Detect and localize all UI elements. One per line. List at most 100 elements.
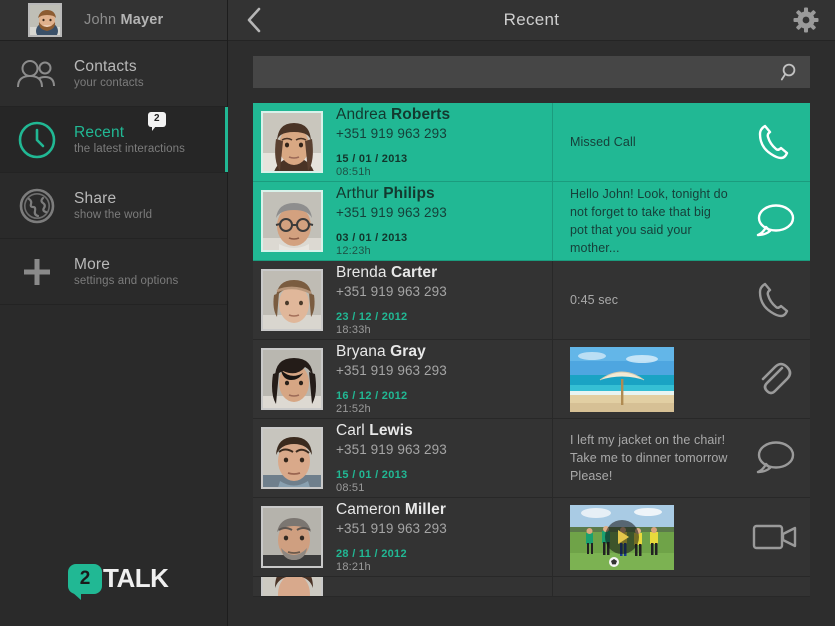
contact-first-name: Carl: [336, 422, 365, 440]
logo-bubble-icon: 2: [68, 563, 102, 600]
contact-meta: Cameron Miller +351 919 963 293 28 / 11 …: [336, 501, 447, 573]
message-cell: [553, 577, 740, 596]
entry-date: 16 / 12 / 2012: [336, 389, 408, 402]
current-user-name: John Mayer: [84, 12, 163, 28]
sidebar-item-sublabel: settings and options: [74, 274, 179, 287]
sidebar: John Mayer Contacts your contacts 2 Rece…: [0, 0, 228, 626]
entry-time: 08:51h: [336, 165, 371, 178]
message-cell: Missed Call: [553, 103, 740, 181]
globe-icon: [0, 185, 74, 227]
user-last-name: Mayer: [120, 12, 164, 28]
entry-date: 15 / 01 / 2013: [336, 152, 408, 165]
contact-name: Arthur Philips: [336, 185, 447, 204]
avatar: [261, 577, 323, 596]
sidebar-item-share-text: Share show the world: [74, 190, 152, 221]
contact-phone: +351 919 963 293: [336, 520, 447, 536]
video-camera-icon[interactable]: [740, 498, 810, 576]
contact-meta: Arthur Philips +351 919 963 293 03 / 01 …: [336, 185, 447, 257]
phone-icon[interactable]: [740, 261, 810, 339]
message-cell: [553, 340, 740, 418]
avatar: [261, 269, 323, 331]
table-row[interactable]: Andrea Roberts +351 919 963 293 15 / 01 …: [253, 103, 810, 182]
paperclip-icon[interactable]: [740, 340, 810, 418]
avatar: [261, 427, 323, 489]
contact-cell: Carl Lewis +351 919 963 293 15 / 01 / 20…: [253, 419, 553, 497]
contact-meta: Andrea Roberts +351 919 963 293 15 / 01 …: [336, 106, 450, 178]
phone-icon[interactable]: [740, 103, 810, 181]
avatar: [261, 190, 323, 252]
message-text: Missed Call: [570, 134, 636, 149]
contact-phone: +351 919 963 293: [336, 125, 447, 141]
contact-first-name: Bryana: [336, 343, 386, 361]
table-row[interactable]: Bryana Gray +351 919 963 293 16 / 12 / 2…: [253, 340, 810, 419]
contact-name: Andrea Roberts: [336, 106, 450, 125]
contact-cell: Brenda Carter +351 919 963 293 23 / 12 /…: [253, 261, 553, 339]
action-cell[interactable]: [740, 577, 810, 596]
entry-date: 23 / 12 / 2012: [336, 310, 408, 323]
soccer-video-thumbnail[interactable]: [570, 504, 674, 570]
contact-phone: +351 919 963 293: [336, 283, 447, 299]
status-badge: 2: [148, 112, 166, 132]
table-row[interactable]: Brenda Carter +351 919 963 293 23 / 12 /…: [253, 261, 810, 340]
avatar: [28, 3, 62, 37]
gear-icon[interactable]: [793, 7, 819, 33]
contact-first-name: Brenda: [336, 264, 387, 282]
sidebar-item-contacts[interactable]: Contacts your contacts: [0, 41, 227, 107]
sidebar-item-sublabel: show the world: [74, 208, 153, 221]
search-box[interactable]: [253, 56, 810, 88]
message-cell: [553, 498, 740, 576]
contact-name: Bryana Gray: [336, 343, 447, 362]
contact-name: Brenda Carter: [336, 264, 447, 283]
table-row[interactable]: Cameron Miller +351 919 963 293 28 / 11 …: [253, 498, 810, 577]
avatar: [261, 348, 323, 410]
chat-bubble-icon[interactable]: [740, 419, 810, 497]
message-text: Hello John! Look, tonight do not forget …: [570, 186, 728, 256]
sidebar-item-more-text: More settings and options: [74, 256, 178, 287]
contact-meta: Bryana Gray +351 919 963 293 16 / 12 / 2…: [336, 343, 447, 415]
contact-first-name: Andrea: [336, 106, 387, 124]
play-button[interactable]: [605, 520, 639, 554]
chat-bubble-icon[interactable]: [740, 182, 810, 260]
entry-date: 03 / 01 / 2013: [336, 231, 408, 244]
contact-cell: Cameron Miller +351 919 963 293 28 / 11 …: [253, 498, 553, 576]
contact-last-name: Miller: [404, 501, 446, 519]
app-root: John Mayer Contacts your contacts 2 Rece…: [0, 0, 835, 626]
contact-name: Cameron Miller: [336, 501, 447, 520]
sidebar-item-sublabel: the latest interactions: [74, 142, 185, 155]
table-row[interactable]: Carl Lewis +351 919 963 293 15 / 01 / 20…: [253, 419, 810, 498]
search-icon[interactable]: [780, 62, 810, 82]
current-user-header[interactable]: John Mayer: [0, 0, 227, 41]
contact-last-name: Roberts: [391, 106, 451, 124]
beach-photo-thumbnail[interactable]: [570, 346, 674, 412]
main-panel: Recent Andrea Roberts +351 919 963 293 1…: [228, 0, 835, 626]
entry-date: 15 / 01 / 2013: [336, 468, 408, 481]
sidebar-item-recent[interactable]: 2 Recent the latest interactions: [0, 107, 228, 173]
entry-time: 08:51: [336, 481, 365, 494]
sidebar-item-label: Contacts: [74, 58, 137, 76]
entry-time: 12:23h: [336, 244, 371, 257]
recent-list: Andrea Roberts +351 919 963 293 15 / 01 …: [228, 103, 835, 597]
search-bar-container: [228, 41, 835, 103]
contact-cell: Bryana Gray +351 919 963 293 16 / 12 / 2…: [253, 340, 553, 418]
sidebar-item-more[interactable]: More settings and options: [0, 239, 227, 305]
sidebar-item-label: Recent: [74, 124, 125, 142]
sidebar-item-label: More: [74, 256, 111, 274]
avatar: [261, 111, 323, 173]
contact-cell: [253, 577, 553, 596]
entry-time: 21:52h: [336, 402, 371, 415]
contact-phone: +351 919 963 293: [336, 362, 447, 378]
table-row[interactable]: Arthur Philips +351 919 963 293 03 / 01 …: [253, 182, 810, 261]
sidebar-item-share[interactable]: Share show the world: [0, 173, 227, 239]
contact-first-name: Arthur: [336, 185, 379, 203]
back-chevron-icon[interactable]: [228, 6, 280, 34]
user-first-name: John: [84, 12, 117, 28]
page-title: Recent: [503, 10, 560, 29]
search-input[interactable]: [253, 64, 780, 80]
table-row[interactable]: [253, 577, 810, 597]
contact-last-name: Carter: [391, 264, 438, 282]
entry-time: 18:21h: [336, 560, 371, 573]
app-logo: 2 TALK: [68, 563, 169, 600]
entry-time: 18:33h: [336, 323, 371, 336]
contact-last-name: Gray: [390, 343, 426, 361]
message-text: I left my jacket on the chair! Take me t…: [570, 432, 728, 484]
